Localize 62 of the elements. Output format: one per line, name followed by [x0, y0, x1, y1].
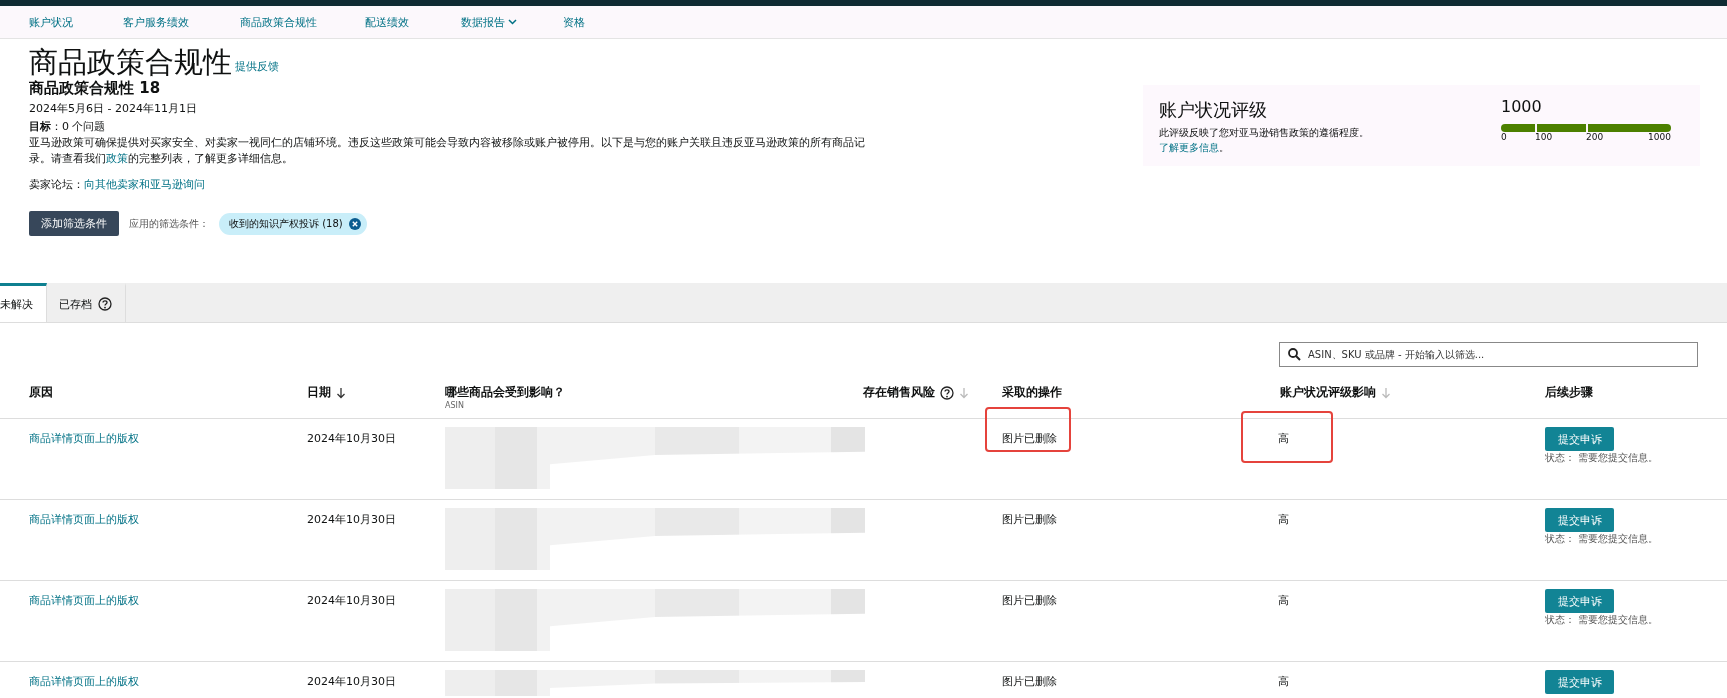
date-text: 2024年10月30日 — [307, 675, 396, 688]
impact-text: 高 — [1278, 675, 1289, 688]
date-text: 2024年10月30日 — [307, 432, 396, 445]
search-icon — [1288, 348, 1301, 361]
column-header: 后续步骤 — [1545, 384, 1593, 401]
scale-label: 100 — [1535, 132, 1553, 142]
nav-link[interactable]: 数据报告 — [461, 14, 563, 30]
tab[interactable]: 未解决 — [0, 283, 47, 322]
column-header: 原因 — [29, 384, 53, 401]
appeal-button[interactable]: 提交申诉 — [1545, 508, 1614, 532]
impact-text: 高 — [1278, 594, 1289, 607]
column-header: 采取的操作 — [1002, 384, 1062, 401]
nav-link[interactable]: 客户服务绩效 — [123, 14, 240, 30]
date-text: 2024年10月30日 — [307, 594, 396, 607]
column-header: 日期 — [307, 384, 331, 401]
appeal-button[interactable]: 提交申诉 — [1545, 589, 1614, 613]
reason-link[interactable]: 商品详情页面上的版权 — [29, 675, 139, 688]
learn-more-link[interactable]: 了解更多信息 — [1159, 142, 1219, 153]
card-title: 账户状况评级 — [1159, 99, 1268, 121]
forum-link[interactable]: 向其他卖家和亚马逊询问 — [84, 178, 205, 191]
scale-label: 0 — [1501, 132, 1507, 142]
policy-link[interactable]: 政策 — [106, 152, 128, 165]
action-text: 图片已删除 — [1002, 513, 1057, 526]
date-range: 2024年5月6日 - 2024年11月1日 — [29, 101, 198, 117]
filter-chip[interactable]: 收到的知识产权投诉 (18) — [219, 212, 367, 235]
action-text: 图片已删除 — [1002, 675, 1057, 688]
impact-text: 高 — [1278, 513, 1289, 526]
appeal-button[interactable]: 提交申诉 — [1545, 670, 1614, 694]
reason-link[interactable]: 商品详情页面上的版权 — [29, 594, 139, 607]
page-title: 商品政策合规性 — [29, 45, 232, 79]
status-text: 状态： 需要您提交信息。 — [1545, 613, 1660, 627]
scale-label: 1000 — [1648, 132, 1671, 142]
column-header: 存在销售风险 — [863, 384, 935, 401]
card-text: 此评级反映了您对亚马逊销售政策的遵循程度。 了解更多信息。 — [1159, 126, 1370, 155]
column-header: 账户状况评级影响 — [1280, 384, 1376, 401]
close-icon — [348, 217, 361, 230]
action-text: 图片已删除 — [1002, 432, 1057, 445]
forum-text: 卖家论坛：向其他卖家和亚马逊询问 — [29, 177, 206, 193]
date-text: 2024年10月30日 — [307, 513, 396, 526]
goal-text: 目标：0 个问题 — [29, 119, 107, 135]
impact-text: 高 — [1278, 432, 1289, 445]
reason-link[interactable]: 商品详情页面上的版权 — [29, 513, 139, 526]
nav-link[interactable]: 商品政策合规性 — [240, 14, 365, 30]
nav-link[interactable]: 账户状况 — [29, 14, 123, 30]
description-text: 亚马逊政策可确保提供对买家安全、对卖家一视同仁的店铺环境。违反这些政策可能会导致内容被移除或账户被停用。以下是与您的账户关联且违反亚马逊政策的所有商品记录。请查看我们政策的完整列表，了解更多详细信息。 — [29, 135, 866, 167]
scale-label: 200 — [1586, 132, 1604, 142]
action-text: 图片已删除 — [1002, 594, 1057, 607]
column-header: 哪些商品会受到影响？ — [445, 384, 565, 401]
status-text: 状态： 需要您提交信息。 — [1545, 532, 1660, 546]
feedback-link[interactable]: 提供反馈 — [235, 59, 279, 74]
status-text: 状态： 需要您提交信息。 — [1545, 451, 1660, 465]
search-field[interactable]: ASIN、SKU 或品牌 - 开始输入以筛选... — [1279, 342, 1698, 367]
column-subheader: ASIN — [445, 401, 465, 410]
section-heading: 商品政策合规性 18 — [29, 79, 162, 97]
score-value: 1000 — [1501, 97, 1543, 117]
appeal-button[interactable]: 提交申诉 — [1545, 427, 1614, 451]
filter-label: 应用的筛选条件： — [129, 216, 209, 231]
reason-link[interactable]: 商品详情页面上的版权 — [29, 432, 139, 445]
tab[interactable]: 已存档 — [47, 283, 126, 322]
add-filter-button[interactable]: 添加筛选条件 — [29, 211, 119, 236]
nav-link[interactable]: 配送绩效 — [365, 14, 461, 30]
nav-link[interactable]: 资格 — [563, 14, 585, 30]
